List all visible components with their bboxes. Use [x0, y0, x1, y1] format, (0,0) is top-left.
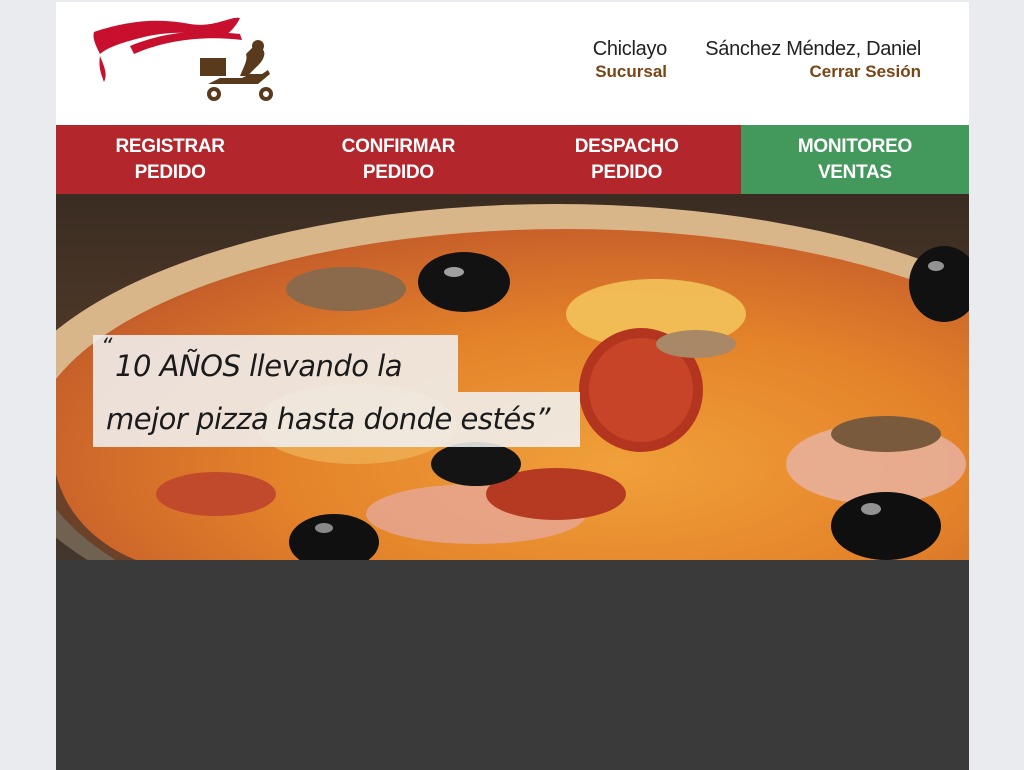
header: Chiclayo Sucursal Sánchez Méndez, Daniel… — [56, 2, 969, 125]
branch-label: Sucursal — [595, 62, 667, 81]
main-nav: REGISTRAR PEDIDO CONFIRMAR PEDIDO DESPAC… — [56, 125, 969, 194]
branch-name: Chiclayo — [592, 38, 668, 60]
nav-despacho-pedido[interactable]: DESPACHO PEDIDO — [512, 125, 741, 194]
hero-quote-line1: “ 10 AÑOS llevando la — [93, 335, 458, 392]
hero-banner: “ 10 AÑOS llevando la mejor pizza hasta … — [56, 194, 969, 560]
user-info: Sánchez Méndez, Daniel Cerrar Sesión — [696, 37, 921, 83]
brand-logo[interactable] — [90, 16, 280, 108]
hero-quote-line2: mejor pizza hasta donde estés” — [93, 392, 580, 447]
logout-link[interactable]: Cerrar Sesión — [696, 61, 922, 83]
nav-item-label: MONITOREO VENTAS — [797, 135, 912, 183]
nav-confirmar-pedido[interactable]: CONFIRMAR PEDIDO — [284, 125, 513, 194]
quote-text-line2: mejor pizza hasta donde estés” — [106, 402, 550, 436]
nav-item-label: DESPACHO PEDIDO — [574, 135, 679, 183]
quote-text-line1: 10 AÑOS llevando la — [115, 349, 403, 383]
branch-info: Chiclayo Sucursal — [584, 37, 668, 83]
nav-registrar-pedido[interactable]: REGISTRAR PEDIDO — [56, 125, 285, 194]
quote-open-mark: “ — [101, 335, 113, 360]
user-name: Sánchez Méndez, Daniel — [705, 38, 921, 60]
content-area — [56, 560, 969, 770]
nav-item-label: REGISTRAR PEDIDO — [115, 135, 226, 183]
nav-item-label: CONFIRMAR PEDIDO — [341, 135, 456, 183]
page-container: Chiclayo Sucursal Sánchez Méndez, Daniel… — [56, 2, 969, 770]
nav-monitoreo-ventas[interactable]: MONITOREO VENTAS — [740, 125, 969, 194]
scooter-delivery-icon — [93, 17, 273, 101]
